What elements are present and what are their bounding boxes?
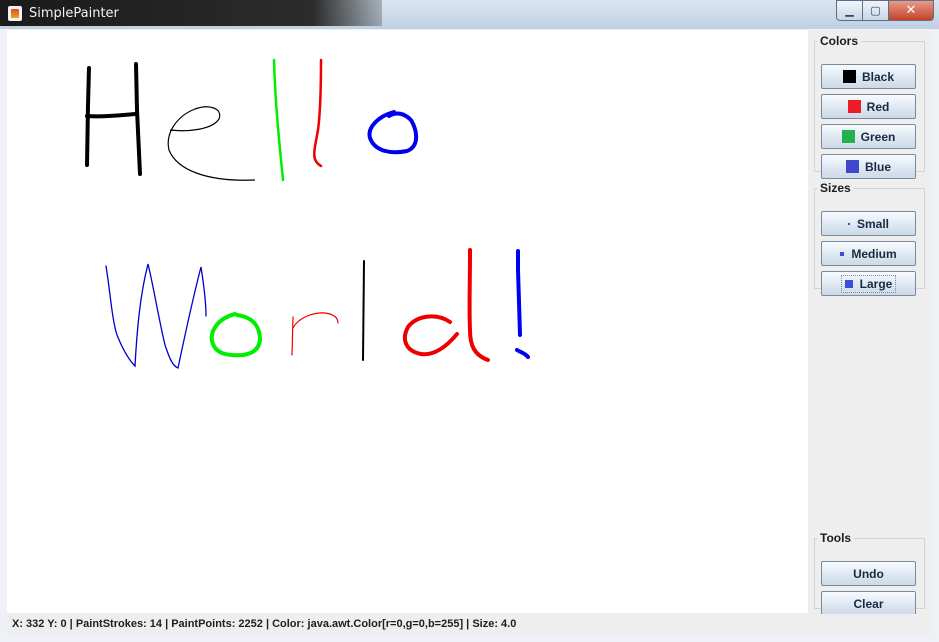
stroke-d: [402, 248, 490, 362]
stroke-l-green: [272, 58, 285, 182]
stroke-o-blue: [367, 110, 419, 155]
title-bar[interactable]: SimplePainter ▁ ▢ ✕: [0, 0, 939, 29]
swatch-green: [841, 130, 855, 143]
colors-group-title: Colors: [820, 34, 859, 48]
window-controls: ▁ ▢ ✕: [836, 0, 934, 21]
colors-group: Colors Black Red Green Blue: [814, 34, 925, 179]
stroke-l-red: [313, 58, 323, 168]
swatch-blue: [845, 160, 859, 173]
stroke-l-black: [362, 260, 365, 361]
close-button[interactable]: ✕: [889, 0, 934, 21]
tools-group: Tools Undo Clear: [814, 531, 925, 616]
close-icon: ✕: [905, 3, 917, 18]
app-window: SimplePainter ▁ ▢ ✕ Colors Black Red Gre…: [0, 0, 939, 642]
color-button-blue-label: Blue: [864, 159, 891, 174]
client-area: Colors Black Red Green Blue Sizes Small …: [7, 30, 932, 635]
undo-button[interactable]: Undo: [821, 561, 916, 586]
clear-button-label: Clear: [853, 596, 884, 611]
swatch-red: [847, 100, 861, 113]
color-button-blue[interactable]: Blue: [821, 154, 916, 179]
sizes-group-title: Sizes: [820, 181, 851, 195]
color-button-red[interactable]: Red: [821, 94, 916, 119]
swatch-black: [842, 70, 856, 83]
tools-group-title: Tools: [820, 531, 852, 545]
status-text: X: 332 Y: 0 | PaintStrokes: 14 | PaintPo…: [12, 618, 517, 630]
color-button-black[interactable]: Black: [821, 64, 916, 89]
size-small-icon: [847, 222, 850, 225]
size-medium-icon: [840, 251, 845, 256]
clear-button[interactable]: Clear: [821, 591, 916, 616]
color-button-red-label: Red: [866, 99, 890, 114]
color-button-green[interactable]: Green: [821, 124, 916, 149]
maximize-icon: ▢: [870, 4, 881, 17]
size-button-small-label: Small: [856, 216, 889, 231]
size-button-large-label: Large: [859, 276, 893, 291]
stroke-exclamation-line: [516, 249, 522, 337]
window-title: SimplePainter: [29, 6, 119, 21]
color-button-green-label: Green: [860, 129, 896, 144]
size-button-large[interactable]: Large: [821, 271, 916, 296]
minimize-button[interactable]: ▁: [836, 0, 863, 21]
size-large-icon: [844, 279, 853, 288]
stroke-e: [167, 106, 256, 181]
side-panel: Colors Black Red Green Blue Sizes Small …: [808, 30, 932, 616]
undo-button-label: Undo: [853, 566, 884, 581]
size-button-large-focus: Large: [840, 274, 897, 293]
stroke-exclamation-dot: [515, 348, 530, 359]
size-button-medium[interactable]: Medium: [821, 241, 916, 266]
stroke-H: [85, 62, 142, 176]
status-bar: X: 332 Y: 0 | PaintStrokes: 14 | PaintPo…: [7, 614, 932, 634]
color-button-black-label: Black: [861, 69, 895, 84]
size-button-small[interactable]: Small: [821, 211, 916, 236]
minimize-icon: ▁: [845, 4, 854, 17]
drawing-layer: [85, 58, 530, 369]
stroke-o-green: [209, 312, 262, 358]
size-button-medium-label: Medium: [851, 246, 897, 261]
paint-canvas[interactable]: [7, 30, 808, 613]
sizes-group: Sizes Small Medium Large: [814, 181, 925, 296]
stroke-r: [291, 312, 339, 356]
stroke-W: [105, 263, 207, 369]
maximize-button[interactable]: ▢: [863, 0, 889, 21]
java-app-icon: [8, 6, 22, 21]
